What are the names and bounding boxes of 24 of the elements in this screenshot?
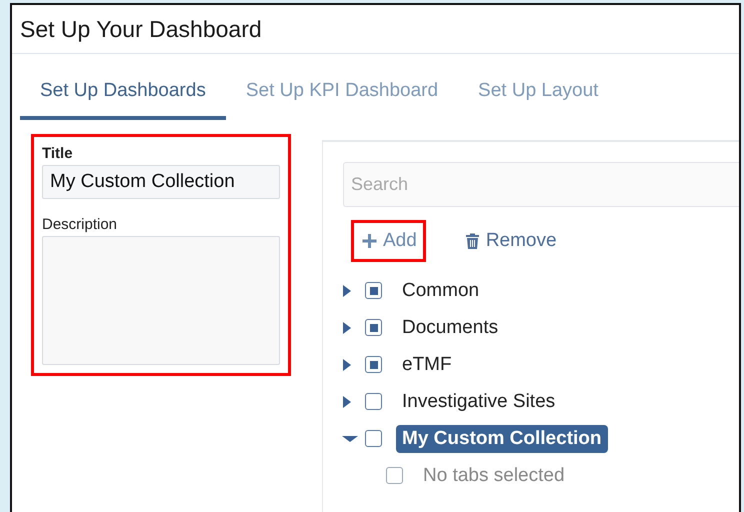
expand-arrow-icon[interactable]: [342, 322, 352, 334]
tree-item[interactable]: My Custom Collection: [396, 424, 608, 452]
add-button[interactable]: Add: [351, 220, 426, 262]
checkbox[interactable]: [365, 282, 382, 299]
remove-button[interactable]: Remove: [454, 220, 566, 262]
tree-item[interactable]: Common: [396, 276, 486, 304]
checkbox[interactable]: [365, 430, 382, 447]
checkbox[interactable]: [365, 356, 382, 373]
expand-arrow-icon[interactable]: [342, 284, 352, 296]
tab[interactable]: Set Up Dashboards: [20, 80, 226, 120]
checkbox[interactable]: [365, 319, 382, 336]
tree-item[interactable]: Investigative Sites: [396, 388, 562, 416]
tree-item[interactable]: eTMF: [396, 350, 458, 378]
title-field[interactable]: My Custom Collection: [42, 165, 280, 199]
title-label: Title: [42, 145, 74, 162]
trash-icon: [464, 233, 480, 249]
tree-item[interactable]: Documents: [396, 314, 504, 342]
description-field[interactable]: [42, 236, 280, 365]
description-label: Description: [42, 216, 118, 233]
checkbox[interactable]: [365, 393, 382, 410]
window-title: Set Up Your Dashboard: [20, 16, 262, 42]
plus-icon: [362, 233, 377, 249]
expand-arrow-icon[interactable]: [342, 396, 352, 408]
expand-arrow-icon[interactable]: [342, 358, 352, 370]
